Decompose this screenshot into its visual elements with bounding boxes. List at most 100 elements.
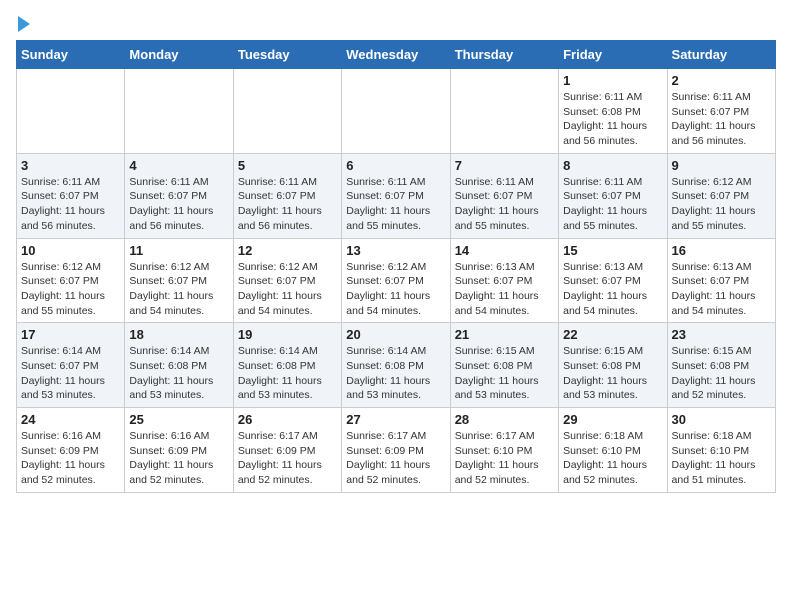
day-number: 25 bbox=[129, 412, 228, 427]
day-of-week-header: Saturday bbox=[667, 41, 775, 69]
calendar-cell: 21 Sunrise: 6:15 AMSunset: 6:08 PMDayligh… bbox=[450, 323, 558, 408]
day-number: 19 bbox=[238, 327, 337, 342]
day-info: Sunrise: 6:13 AMSunset: 6:07 PMDaylight:… bbox=[455, 260, 554, 319]
calendar-cell: 7 Sunrise: 6:11 AMSunset: 6:07 PMDaylight… bbox=[450, 153, 558, 238]
day-info: Sunrise: 6:11 AMSunset: 6:08 PMDaylight:… bbox=[563, 90, 662, 149]
day-number: 9 bbox=[672, 158, 771, 173]
calendar-cell: 13 Sunrise: 6:12 AMSunset: 6:07 PMDayligh… bbox=[342, 238, 450, 323]
calendar-cell: 27 Sunrise: 6:17 AMSunset: 6:09 PMDayligh… bbox=[342, 408, 450, 493]
calendar-cell: 6 Sunrise: 6:11 AMSunset: 6:07 PMDaylight… bbox=[342, 153, 450, 238]
day-info: Sunrise: 6:16 AMSunset: 6:09 PMDaylight:… bbox=[21, 429, 120, 488]
calendar-week-row: 1 Sunrise: 6:11 AMSunset: 6:08 PMDaylight… bbox=[17, 69, 776, 154]
day-of-week-row: SundayMondayTuesdayWednesdayThursdayFrid… bbox=[17, 41, 776, 69]
calendar-week-row: 24 Sunrise: 6:16 AMSunset: 6:09 PMDayligh… bbox=[17, 408, 776, 493]
calendar-cell: 30 Sunrise: 6:18 AMSunset: 6:10 PMDayligh… bbox=[667, 408, 775, 493]
calendar-table: SundayMondayTuesdayWednesdayThursdayFrid… bbox=[16, 40, 776, 493]
calendar-cell: 2 Sunrise: 6:11 AMSunset: 6:07 PMDaylight… bbox=[667, 69, 775, 154]
day-info: Sunrise: 6:14 AMSunset: 6:08 PMDaylight:… bbox=[129, 344, 228, 403]
day-of-week-header: Tuesday bbox=[233, 41, 341, 69]
calendar-cell: 18 Sunrise: 6:14 AMSunset: 6:08 PMDayligh… bbox=[125, 323, 233, 408]
day-number: 20 bbox=[346, 327, 445, 342]
day-info: Sunrise: 6:17 AMSunset: 6:10 PMDaylight:… bbox=[455, 429, 554, 488]
day-info: Sunrise: 6:11 AMSunset: 6:07 PMDaylight:… bbox=[672, 90, 771, 149]
logo-blue-text bbox=[16, 16, 30, 32]
day-info: Sunrise: 6:15 AMSunset: 6:08 PMDaylight:… bbox=[455, 344, 554, 403]
calendar-cell: 22 Sunrise: 6:15 AMSunset: 6:08 PMDayligh… bbox=[559, 323, 667, 408]
day-number: 26 bbox=[238, 412, 337, 427]
calendar-cell: 23 Sunrise: 6:15 AMSunset: 6:08 PMDayligh… bbox=[667, 323, 775, 408]
day-info: Sunrise: 6:11 AMSunset: 6:07 PMDaylight:… bbox=[563, 175, 662, 234]
day-number: 3 bbox=[21, 158, 120, 173]
day-info: Sunrise: 6:11 AMSunset: 6:07 PMDaylight:… bbox=[129, 175, 228, 234]
day-number: 28 bbox=[455, 412, 554, 427]
day-info: Sunrise: 6:12 AMSunset: 6:07 PMDaylight:… bbox=[672, 175, 771, 234]
day-info: Sunrise: 6:18 AMSunset: 6:10 PMDaylight:… bbox=[672, 429, 771, 488]
day-info: Sunrise: 6:11 AMSunset: 6:07 PMDaylight:… bbox=[455, 175, 554, 234]
day-number: 21 bbox=[455, 327, 554, 342]
day-number: 2 bbox=[672, 73, 771, 88]
day-info: Sunrise: 6:11 AMSunset: 6:07 PMDaylight:… bbox=[346, 175, 445, 234]
calendar-cell: 3 Sunrise: 6:11 AMSunset: 6:07 PMDaylight… bbox=[17, 153, 125, 238]
day-number: 7 bbox=[455, 158, 554, 173]
calendar-cell: 4 Sunrise: 6:11 AMSunset: 6:07 PMDaylight… bbox=[125, 153, 233, 238]
day-number: 18 bbox=[129, 327, 228, 342]
calendar-cell: 24 Sunrise: 6:16 AMSunset: 6:09 PMDayligh… bbox=[17, 408, 125, 493]
day-info: Sunrise: 6:17 AMSunset: 6:09 PMDaylight:… bbox=[346, 429, 445, 488]
day-info: Sunrise: 6:13 AMSunset: 6:07 PMDaylight:… bbox=[563, 260, 662, 319]
day-info: Sunrise: 6:17 AMSunset: 6:09 PMDaylight:… bbox=[238, 429, 337, 488]
calendar-body: 1 Sunrise: 6:11 AMSunset: 6:08 PMDaylight… bbox=[17, 69, 776, 493]
day-number: 16 bbox=[672, 243, 771, 258]
day-number: 6 bbox=[346, 158, 445, 173]
day-of-week-header: Thursday bbox=[450, 41, 558, 69]
calendar-cell bbox=[450, 69, 558, 154]
logo-arrow-icon bbox=[18, 16, 30, 32]
calendar-week-row: 17 Sunrise: 6:14 AMSunset: 6:07 PMDayligh… bbox=[17, 323, 776, 408]
calendar-cell bbox=[342, 69, 450, 154]
day-number: 8 bbox=[563, 158, 662, 173]
day-info: Sunrise: 6:12 AMSunset: 6:07 PMDaylight:… bbox=[21, 260, 120, 319]
calendar-cell bbox=[125, 69, 233, 154]
day-info: Sunrise: 6:11 AMSunset: 6:07 PMDaylight:… bbox=[21, 175, 120, 234]
day-info: Sunrise: 6:12 AMSunset: 6:07 PMDaylight:… bbox=[346, 260, 445, 319]
calendar-cell: 10 Sunrise: 6:12 AMSunset: 6:07 PMDayligh… bbox=[17, 238, 125, 323]
day-number: 23 bbox=[672, 327, 771, 342]
day-number: 30 bbox=[672, 412, 771, 427]
day-of-week-header: Sunday bbox=[17, 41, 125, 69]
calendar-cell: 29Sunrise: 6:18 AMSunset: 6:10 PMDayligh… bbox=[559, 408, 667, 493]
day-info: Sunrise: 6:12 AMSunset: 6:07 PMDaylight:… bbox=[129, 260, 228, 319]
day-info: Sunrise: 6:12 AMSunset: 6:07 PMDaylight:… bbox=[238, 260, 337, 319]
calendar-cell: 12 Sunrise: 6:12 AMSunset: 6:07 PMDayligh… bbox=[233, 238, 341, 323]
day-number: 17 bbox=[21, 327, 120, 342]
calendar-cell: 8 Sunrise: 6:11 AMSunset: 6:07 PMDaylight… bbox=[559, 153, 667, 238]
calendar-cell: 25 Sunrise: 6:16 AMSunset: 6:09 PMDayligh… bbox=[125, 408, 233, 493]
day-info: Sunrise: 6:14 AMSunset: 6:08 PMDaylight:… bbox=[346, 344, 445, 403]
day-number: 15 bbox=[563, 243, 662, 258]
calendar-cell: 14Sunrise: 6:13 AMSunset: 6:07 PMDayligh… bbox=[450, 238, 558, 323]
calendar-cell: 1 Sunrise: 6:11 AMSunset: 6:08 PMDaylight… bbox=[559, 69, 667, 154]
day-info: Sunrise: 6:16 AMSunset: 6:09 PMDaylight:… bbox=[129, 429, 228, 488]
day-number: 27 bbox=[346, 412, 445, 427]
day-number: 12 bbox=[238, 243, 337, 258]
day-number: 10 bbox=[21, 243, 120, 258]
day-number: 1 bbox=[563, 73, 662, 88]
day-number: 13 bbox=[346, 243, 445, 258]
day-number: 4 bbox=[129, 158, 228, 173]
calendar-cell: 19 Sunrise: 6:14 AMSunset: 6:08 PMDayligh… bbox=[233, 323, 341, 408]
day-number: 22 bbox=[563, 327, 662, 342]
calendar-cell: 15 Sunrise: 6:13 AMSunset: 6:07 PMDayligh… bbox=[559, 238, 667, 323]
page-header bbox=[16, 16, 776, 32]
day-number: 24 bbox=[21, 412, 120, 427]
calendar-cell: 16Sunrise: 6:13 AMSunset: 6:07 PMDayligh… bbox=[667, 238, 775, 323]
day-of-week-header: Friday bbox=[559, 41, 667, 69]
calendar-cell bbox=[233, 69, 341, 154]
calendar-cell: 28 Sunrise: 6:17 AMSunset: 6:10 PMDayligh… bbox=[450, 408, 558, 493]
day-of-week-header: Wednesday bbox=[342, 41, 450, 69]
logo bbox=[16, 16, 30, 32]
day-info: Sunrise: 6:14 AMSunset: 6:07 PMDaylight:… bbox=[21, 344, 120, 403]
day-info: Sunrise: 6:15 AMSunset: 6:08 PMDaylight:… bbox=[672, 344, 771, 403]
calendar-cell: 5Sunrise: 6:11 AMSunset: 6:07 PMDaylight… bbox=[233, 153, 341, 238]
day-info: Sunrise: 6:15 AMSunset: 6:08 PMDaylight:… bbox=[563, 344, 662, 403]
day-number: 11 bbox=[129, 243, 228, 258]
day-info: Sunrise: 6:14 AMSunset: 6:08 PMDaylight:… bbox=[238, 344, 337, 403]
day-info: Sunrise: 6:18 AMSunset: 6:10 PMDaylight:… bbox=[563, 429, 662, 488]
